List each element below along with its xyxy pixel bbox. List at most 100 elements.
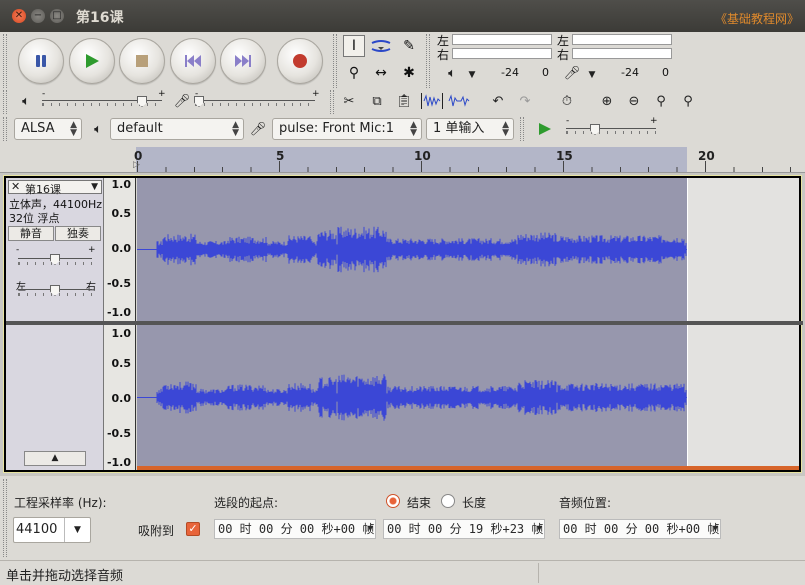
pause-icon xyxy=(19,39,63,83)
collapse-track-button[interactable]: ▲ xyxy=(24,451,86,466)
multi-tool-button[interactable]: ✱ xyxy=(398,62,420,84)
record-meter-left xyxy=(572,34,672,45)
scale-label: 1.0 xyxy=(111,327,132,340)
paste-button[interactable]: 📋︎ xyxy=(392,90,416,112)
copy-button[interactable]: ⧉ xyxy=(365,90,389,112)
toolbar-grip[interactable] xyxy=(3,34,7,88)
scale-label: 0.5 xyxy=(111,207,132,220)
play-button[interactable] xyxy=(69,38,115,84)
microphone-icon: 🎤︎ xyxy=(173,93,191,109)
scale-label: 0.0 xyxy=(111,242,132,255)
waveform-channel-right[interactable] xyxy=(137,325,799,470)
record-meter-right-label: 右 xyxy=(557,48,570,62)
zoom-out-button[interactable]: ⊖ xyxy=(622,90,646,112)
toolbar-grip[interactable] xyxy=(426,34,430,88)
spinner-arrows-icon: ▲ ▼ xyxy=(232,120,239,138)
end-radio[interactable] xyxy=(386,494,400,508)
input-device-select[interactable]: pulse: Front Mic:1 ▲ ▼ xyxy=(272,118,422,140)
speaker-icon: 🔈︎ xyxy=(94,121,102,137)
status-text: 单击并拖动选择音频 xyxy=(6,569,124,584)
minimize-window-button[interactable]: − xyxy=(31,9,45,23)
record-meter-menu[interactable]: ▼ xyxy=(580,64,604,86)
ruler-label: 5 xyxy=(276,149,285,163)
ruler-label: 10 xyxy=(414,149,431,163)
record-button[interactable] xyxy=(277,38,323,84)
double-arrow-icon: ↔ xyxy=(375,65,387,81)
selection-tool-button[interactable]: I xyxy=(343,35,365,57)
toolbar-grip[interactable] xyxy=(520,117,524,141)
pause-button[interactable] xyxy=(18,38,64,84)
undo-button[interactable]: ↶ xyxy=(486,90,510,112)
sync-lock-button[interactable]: ⏱︎ xyxy=(555,90,579,112)
microphone-icon: 🎤︎ xyxy=(249,121,267,137)
close-window-button[interactable]: ✕ xyxy=(12,9,26,23)
toolbar-grip[interactable] xyxy=(3,479,7,557)
output-device-value: default xyxy=(117,121,163,136)
trim-audio-icon xyxy=(421,93,443,109)
scale-label: 0.5 xyxy=(111,357,132,370)
close-track-icon[interactable]: ✕ xyxy=(11,180,20,193)
solo-button[interactable]: 独奏 xyxy=(55,226,101,241)
input-channels-select[interactable]: 1 单输入 ▲ ▼ xyxy=(426,118,514,140)
playback-meter-menu[interactable]: ▼ xyxy=(460,64,484,86)
mute-button[interactable]: 静音 xyxy=(8,226,54,241)
envelope-tool-button[interactable] xyxy=(370,35,392,57)
toolbar-grip[interactable] xyxy=(3,117,7,141)
selection-start-time[interactable]: 00 时 00 分 00 秒+00 帧 ▼ xyxy=(214,519,376,539)
time-shift-tool-button[interactable]: ↔ xyxy=(370,62,392,84)
waveform-right xyxy=(137,374,687,421)
waveform-channel-left[interactable] xyxy=(137,178,799,321)
play-speed-min: - xyxy=(566,116,570,126)
fit-selection-button[interactable]: ⚲ xyxy=(649,90,673,112)
cut-button[interactable]: ✂ xyxy=(337,90,361,112)
maximize-window-button[interactable]: □ xyxy=(50,9,64,23)
track-name-menu[interactable]: ✕ 第16课 ▼ xyxy=(8,180,102,196)
snap-to-checkbox[interactable]: ✓ xyxy=(186,522,200,536)
play-speed-max: + xyxy=(650,116,658,126)
play-at-speed-button[interactable] xyxy=(533,118,557,140)
toolbar-grip[interactable] xyxy=(330,90,334,114)
timeline-ruler[interactable]: 0 5 10 15 20 ▷ xyxy=(0,144,805,173)
zoom-in-button[interactable]: ⊕ xyxy=(595,90,619,112)
stop-button[interactable] xyxy=(119,38,165,84)
zoom-tool-button[interactable]: ⚲ xyxy=(343,62,365,84)
fit-project-icon: ⚲ xyxy=(683,93,693,109)
length-radio[interactable] xyxy=(441,494,455,508)
fit-project-button[interactable]: ⚲ xyxy=(676,90,700,112)
skip-to-start-button[interactable] xyxy=(170,38,216,84)
play-at-speed-slider[interactable] xyxy=(566,128,656,129)
project-rate-select[interactable]: 44100 ▼ xyxy=(13,517,91,543)
project-rate-value: 44100 xyxy=(16,522,58,537)
play-head-marker-icon: ▷ xyxy=(133,160,140,170)
silence-button[interactable] xyxy=(447,90,471,112)
skip-to-start-icon xyxy=(171,39,215,83)
watermark: 《基础教程网》 xyxy=(714,12,799,26)
ruler-label: 15 xyxy=(556,149,573,163)
input-device-value: pulse: Front Mic:1 xyxy=(279,121,395,136)
dropdown-arrow-icon: ▼ xyxy=(588,70,596,80)
skip-to-end-button[interactable] xyxy=(220,38,266,84)
selection-end-value: 00 时 00 分 19 秒+23 帧 xyxy=(387,522,544,536)
scale-label: -1.0 xyxy=(106,456,131,469)
audio-position-value: 00 时 00 分 00 秒+00 帧 xyxy=(563,522,720,536)
toolbar-grip[interactable] xyxy=(333,34,337,88)
i-beam-icon: I xyxy=(351,38,357,54)
input-volume-slider[interactable] xyxy=(195,100,315,101)
output-device-select[interactable]: default ▲ ▼ xyxy=(110,118,244,140)
ruler-minor-ticks xyxy=(137,167,805,172)
toolbar-grip[interactable] xyxy=(3,90,7,114)
trim-button[interactable] xyxy=(420,90,444,112)
selection-end-time[interactable]: 00 时 00 分 19 秒+23 帧 ▼ xyxy=(383,519,545,539)
audio-position-time[interactable]: 00 时 00 分 00 秒+00 帧 ▼ xyxy=(559,519,721,539)
audio-host-select[interactable]: ALSA ▲ ▼ xyxy=(14,118,82,140)
window-title: 第16课 xyxy=(76,10,124,26)
track-bottom-edge xyxy=(137,466,799,470)
audio-track[interactable]: ✕ 第16课 ▼ 立体声，44100Hz 32位 浮点 静音 独奏 - + 左 … xyxy=(3,175,803,473)
draw-tool-button[interactable]: ✎ xyxy=(398,35,420,57)
envelope-icon xyxy=(371,40,391,52)
status-rate-panel xyxy=(538,563,800,583)
redo-button[interactable]: ↷ xyxy=(513,90,537,112)
copy-icon: ⧉ xyxy=(372,93,382,109)
record-meter-right xyxy=(572,48,672,59)
clock-icon: ⏱︎ xyxy=(561,93,573,109)
